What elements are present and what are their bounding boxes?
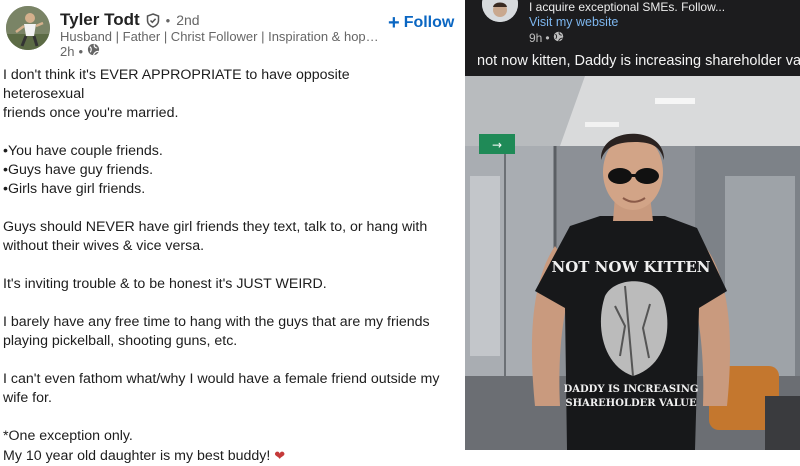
- verified-shield-icon: [146, 12, 160, 28]
- exit-sign-text: →: [492, 138, 502, 152]
- author-headline: Husband | Father | Christ Follower | Ins…: [60, 29, 380, 44]
- post-time: 2h: [60, 43, 75, 59]
- post-meta: 2h •: [60, 43, 100, 59]
- shirt-text-top: NOT NOW KITTEN: [552, 258, 711, 276]
- follow-button[interactable]: + Follow: [388, 12, 455, 34]
- author-name[interactable]: Tyler Todt: [60, 10, 140, 30]
- poster-avatar[interactable]: [482, 0, 518, 22]
- author-avatar[interactable]: [6, 6, 50, 50]
- right-post: I acquire exceptional SMEs. Follow... Vi…: [465, 0, 800, 450]
- separator-dot: •: [78, 43, 84, 59]
- right-post-meta: 9h •: [529, 31, 564, 45]
- right-post-caption: not now kitten, Daddy is increasing shar…: [477, 53, 800, 69]
- right-post-time: 9h: [529, 31, 543, 45]
- post-body: I don't think it's EVER APPROPRIATE to h…: [3, 66, 458, 466]
- heart-emoji-icon: ❤: [274, 448, 286, 463]
- post-paragraph: It's inviting trouble & to be honest it'…: [3, 276, 327, 292]
- author-name-row: Tyler Todt • 2nd: [60, 10, 200, 30]
- post-photo[interactable]: → NOT NOW KITTEN DADDY IS INCREASING SHA…: [465, 76, 800, 450]
- left-post: Tyler Todt • 2nd Husband | Father | Chri…: [0, 0, 465, 464]
- poster-tagline: I acquire exceptional SMEs. Follow...: [529, 0, 726, 14]
- shirt-text-bottom-1: DADDY IS INCREASING: [564, 384, 699, 395]
- globe-icon: [553, 31, 564, 45]
- shirt-text-bottom-2: SHAREHOLDER VALUE: [565, 398, 697, 409]
- globe-icon: [87, 43, 100, 59]
- post-paragraph-last: *One exception only. My 10 year old daug…: [3, 427, 458, 466]
- visit-website-link[interactable]: Visit my website: [529, 15, 618, 29]
- separator-dot: •: [165, 12, 171, 28]
- post-paragraph: I barely have any free time to hang with…: [3, 314, 430, 349]
- post-paragraph: I can't even fathom what/why I would hav…: [3, 371, 440, 406]
- post-paragraph: Guys should NEVER have girl friends they…: [3, 219, 428, 254]
- post-paragraph-text: *One exception only. My 10 year old daug…: [3, 428, 271, 464]
- plus-icon: +: [388, 12, 400, 34]
- connection-degree: 2nd: [176, 12, 200, 28]
- follow-label: Follow: [403, 14, 455, 31]
- separator-dot: •: [545, 31, 550, 45]
- post-paragraph: I don't think it's EVER APPROPRIATE to h…: [3, 67, 350, 121]
- post-paragraph: •You have couple friends. •Guys have guy…: [3, 143, 163, 197]
